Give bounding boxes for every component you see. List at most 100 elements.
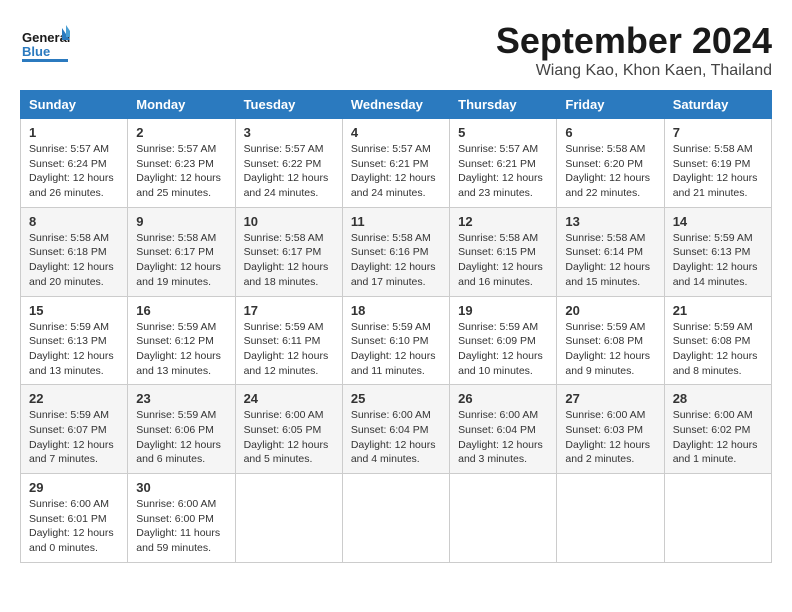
day-info: Sunrise: 5:59 AM Sunset: 6:13 PM Dayligh… <box>673 231 763 290</box>
day-info: Sunrise: 6:00 AM Sunset: 6:05 PM Dayligh… <box>244 408 334 467</box>
day-number: 27 <box>565 391 655 406</box>
calendar-cell: 8 Sunrise: 5:58 AM Sunset: 6:18 PM Dayli… <box>21 207 128 296</box>
page-header: General Blue September 2024 Wiang Kao, K… <box>20 20 772 80</box>
day-number: 25 <box>351 391 441 406</box>
weekday-header-monday: Monday <box>128 91 235 119</box>
calendar-cell: 7 Sunrise: 5:58 AM Sunset: 6:19 PM Dayli… <box>664 119 771 208</box>
day-number: 14 <box>673 214 763 229</box>
day-number: 26 <box>458 391 548 406</box>
day-info: Sunrise: 5:59 AM Sunset: 6:08 PM Dayligh… <box>565 320 655 379</box>
day-number: 1 <box>29 125 119 140</box>
day-info: Sunrise: 5:57 AM Sunset: 6:22 PM Dayligh… <box>244 142 334 201</box>
day-info: Sunrise: 6:00 AM Sunset: 6:03 PM Dayligh… <box>565 408 655 467</box>
day-info: Sunrise: 5:58 AM Sunset: 6:18 PM Dayligh… <box>29 231 119 290</box>
day-info: Sunrise: 5:58 AM Sunset: 6:15 PM Dayligh… <box>458 231 548 290</box>
day-info: Sunrise: 5:57 AM Sunset: 6:21 PM Dayligh… <box>351 142 441 201</box>
day-info: Sunrise: 5:58 AM Sunset: 6:14 PM Dayligh… <box>565 231 655 290</box>
calendar-cell <box>342 474 449 563</box>
day-number: 29 <box>29 480 119 495</box>
day-number: 17 <box>244 303 334 318</box>
day-info: Sunrise: 5:58 AM Sunset: 6:17 PM Dayligh… <box>136 231 226 290</box>
day-number: 13 <box>565 214 655 229</box>
calendar-cell: 27 Sunrise: 6:00 AM Sunset: 6:03 PM Dayl… <box>557 385 664 474</box>
day-info: Sunrise: 5:58 AM Sunset: 6:20 PM Dayligh… <box>565 142 655 201</box>
day-info: Sunrise: 5:59 AM Sunset: 6:10 PM Dayligh… <box>351 320 441 379</box>
calendar-cell: 13 Sunrise: 5:58 AM Sunset: 6:14 PM Dayl… <box>557 207 664 296</box>
day-info: Sunrise: 5:59 AM Sunset: 6:11 PM Dayligh… <box>244 320 334 379</box>
calendar-cell: 17 Sunrise: 5:59 AM Sunset: 6:11 PM Dayl… <box>235 296 342 385</box>
day-number: 3 <box>244 125 334 140</box>
day-info: Sunrise: 6:00 AM Sunset: 6:04 PM Dayligh… <box>458 408 548 467</box>
day-number: 9 <box>136 214 226 229</box>
calendar-cell: 14 Sunrise: 5:59 AM Sunset: 6:13 PM Dayl… <box>664 207 771 296</box>
day-info: Sunrise: 5:58 AM Sunset: 6:17 PM Dayligh… <box>244 231 334 290</box>
calendar-cell: 1 Sunrise: 5:57 AM Sunset: 6:24 PM Dayli… <box>21 119 128 208</box>
calendar-cell: 18 Sunrise: 5:59 AM Sunset: 6:10 PM Dayl… <box>342 296 449 385</box>
calendar-cell <box>235 474 342 563</box>
day-info: Sunrise: 6:00 AM Sunset: 6:01 PM Dayligh… <box>29 497 119 556</box>
day-number: 10 <box>244 214 334 229</box>
day-info: Sunrise: 6:00 AM Sunset: 6:00 PM Dayligh… <box>136 497 226 556</box>
calendar-cell: 2 Sunrise: 5:57 AM Sunset: 6:23 PM Dayli… <box>128 119 235 208</box>
calendar-header-row: SundayMondayTuesdayWednesdayThursdayFrid… <box>21 91 772 119</box>
location-title: Wiang Kao, Khon Kaen, Thailand <box>496 62 772 80</box>
calendar-cell: 22 Sunrise: 5:59 AM Sunset: 6:07 PM Dayl… <box>21 385 128 474</box>
day-number: 4 <box>351 125 441 140</box>
calendar-table: SundayMondayTuesdayWednesdayThursdayFrid… <box>20 90 772 563</box>
calendar-cell: 3 Sunrise: 5:57 AM Sunset: 6:22 PM Dayli… <box>235 119 342 208</box>
calendar-week-row: 15 Sunrise: 5:59 AM Sunset: 6:13 PM Dayl… <box>21 296 772 385</box>
calendar-week-row: 29 Sunrise: 6:00 AM Sunset: 6:01 PM Dayl… <box>21 474 772 563</box>
day-number: 7 <box>673 125 763 140</box>
calendar-cell: 26 Sunrise: 6:00 AM Sunset: 6:04 PM Dayl… <box>450 385 557 474</box>
day-info: Sunrise: 6:00 AM Sunset: 6:04 PM Dayligh… <box>351 408 441 467</box>
day-number: 30 <box>136 480 226 495</box>
calendar-cell: 25 Sunrise: 6:00 AM Sunset: 6:04 PM Dayl… <box>342 385 449 474</box>
calendar-cell: 6 Sunrise: 5:58 AM Sunset: 6:20 PM Dayli… <box>557 119 664 208</box>
weekday-header-friday: Friday <box>557 91 664 119</box>
day-number: 16 <box>136 303 226 318</box>
calendar-cell <box>450 474 557 563</box>
day-number: 24 <box>244 391 334 406</box>
calendar-cell: 11 Sunrise: 5:58 AM Sunset: 6:16 PM Dayl… <box>342 207 449 296</box>
calendar-cell: 23 Sunrise: 5:59 AM Sunset: 6:06 PM Dayl… <box>128 385 235 474</box>
calendar-cell: 10 Sunrise: 5:58 AM Sunset: 6:17 PM Dayl… <box>235 207 342 296</box>
calendar-cell: 19 Sunrise: 5:59 AM Sunset: 6:09 PM Dayl… <box>450 296 557 385</box>
day-info: Sunrise: 5:57 AM Sunset: 6:23 PM Dayligh… <box>136 142 226 201</box>
calendar-cell: 24 Sunrise: 6:00 AM Sunset: 6:05 PM Dayl… <box>235 385 342 474</box>
day-number: 28 <box>673 391 763 406</box>
calendar-cell: 28 Sunrise: 6:00 AM Sunset: 6:02 PM Dayl… <box>664 385 771 474</box>
title-area: September 2024 Wiang Kao, Khon Kaen, Tha… <box>496 20 772 80</box>
day-number: 5 <box>458 125 548 140</box>
day-number: 18 <box>351 303 441 318</box>
day-info: Sunrise: 5:59 AM Sunset: 6:06 PM Dayligh… <box>136 408 226 467</box>
day-info: Sunrise: 5:58 AM Sunset: 6:16 PM Dayligh… <box>351 231 441 290</box>
calendar-week-row: 8 Sunrise: 5:58 AM Sunset: 6:18 PM Dayli… <box>21 207 772 296</box>
weekday-header-sunday: Sunday <box>21 91 128 119</box>
day-info: Sunrise: 5:57 AM Sunset: 6:21 PM Dayligh… <box>458 142 548 201</box>
calendar-cell: 12 Sunrise: 5:58 AM Sunset: 6:15 PM Dayl… <box>450 207 557 296</box>
day-number: 2 <box>136 125 226 140</box>
calendar-cell <box>664 474 771 563</box>
day-number: 15 <box>29 303 119 318</box>
day-number: 21 <box>673 303 763 318</box>
calendar-cell: 5 Sunrise: 5:57 AM Sunset: 6:21 PM Dayli… <box>450 119 557 208</box>
calendar-cell: 9 Sunrise: 5:58 AM Sunset: 6:17 PM Dayli… <box>128 207 235 296</box>
day-number: 20 <box>565 303 655 318</box>
calendar-cell: 15 Sunrise: 5:59 AM Sunset: 6:13 PM Dayl… <box>21 296 128 385</box>
calendar-cell: 16 Sunrise: 5:59 AM Sunset: 6:12 PM Dayl… <box>128 296 235 385</box>
day-info: Sunrise: 6:00 AM Sunset: 6:02 PM Dayligh… <box>673 408 763 467</box>
calendar-cell: 21 Sunrise: 5:59 AM Sunset: 6:08 PM Dayl… <box>664 296 771 385</box>
month-title: September 2024 <box>496 20 772 62</box>
weekday-header-wednesday: Wednesday <box>342 91 449 119</box>
weekday-header-tuesday: Tuesday <box>235 91 342 119</box>
day-number: 23 <box>136 391 226 406</box>
calendar-week-row: 1 Sunrise: 5:57 AM Sunset: 6:24 PM Dayli… <box>21 119 772 208</box>
logo-icon: General Blue <box>20 20 70 75</box>
svg-text:Blue: Blue <box>22 44 50 59</box>
day-info: Sunrise: 5:58 AM Sunset: 6:19 PM Dayligh… <box>673 142 763 201</box>
day-info: Sunrise: 5:59 AM Sunset: 6:09 PM Dayligh… <box>458 320 548 379</box>
day-info: Sunrise: 5:57 AM Sunset: 6:24 PM Dayligh… <box>29 142 119 201</box>
calendar-cell: 20 Sunrise: 5:59 AM Sunset: 6:08 PM Dayl… <box>557 296 664 385</box>
day-number: 6 <box>565 125 655 140</box>
day-info: Sunrise: 5:59 AM Sunset: 6:08 PM Dayligh… <box>673 320 763 379</box>
